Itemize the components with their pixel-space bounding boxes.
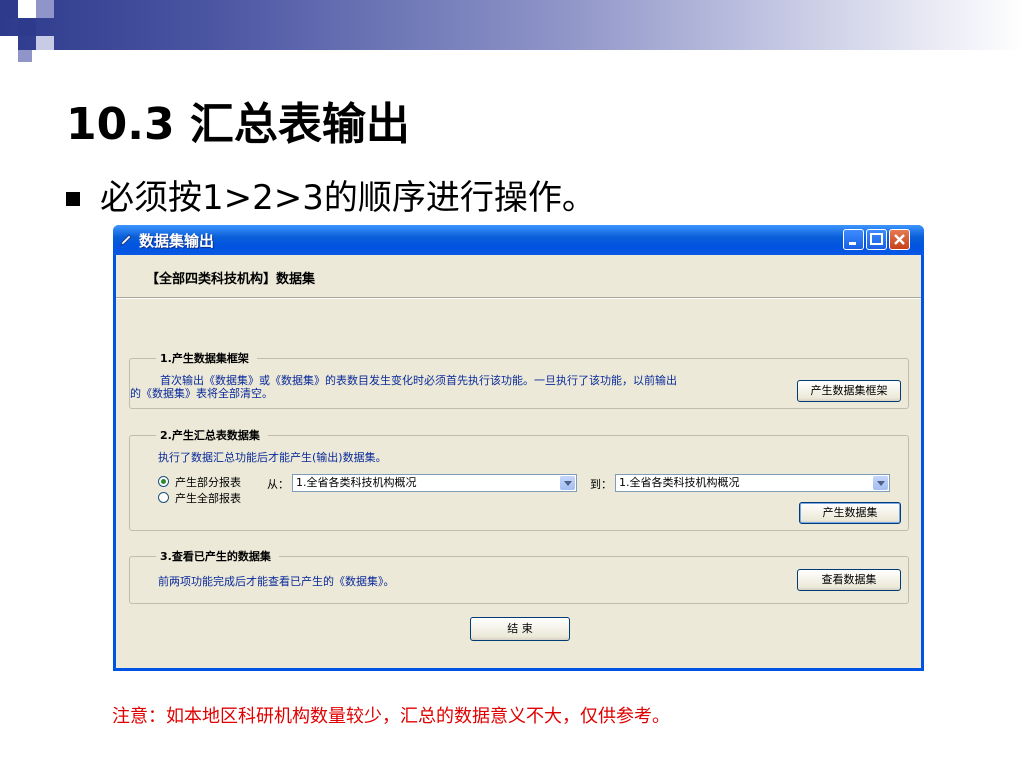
group-view-dataset: 3.查看已产生的数据集 前两项功能完成后才能查看已产生的《数据集》。 查看数据集 xyxy=(129,548,909,604)
window-client-area: 【全部四类科技机构】数据集 1.产生数据集框架 首次输出《数据集》或《数据集》的… xyxy=(116,255,921,668)
slide-title: 10.3 汇总表输出 xyxy=(66,99,410,150)
maximize-button[interactable] xyxy=(866,229,887,250)
group-generate-framework: 1.产生数据集框架 首次输出《数据集》或《数据集》的表数目发生变化时必须首先执行… xyxy=(129,350,909,409)
deco-square xyxy=(18,0,36,18)
close-button[interactable] xyxy=(889,229,910,250)
slide-header-gradient xyxy=(0,0,1024,50)
group3-text: 前两项功能完成后才能查看已产生的《数据集》。 xyxy=(158,575,395,588)
from-select-value: 1.全省各类科技机构概况 xyxy=(296,476,417,489)
window-title: 数据集输出 xyxy=(139,232,215,250)
radio-partial-label[interactable]: 产生部分报表 xyxy=(175,474,241,490)
minimize-icon xyxy=(849,242,856,245)
group1-legend: 1.产生数据集框架 xyxy=(156,350,257,366)
group1-text-line2: 的《数据集》表将全部清空。 xyxy=(130,387,273,400)
dataset-title: 【全部四类科技机构】数据集 xyxy=(146,272,316,287)
generate-framework-button[interactable]: 产生数据集框架 xyxy=(797,380,901,402)
radio-partial-reports[interactable] xyxy=(158,476,169,487)
header-divider xyxy=(116,297,921,299)
deco-square xyxy=(36,36,54,50)
minimize-button[interactable] xyxy=(843,229,864,250)
end-button[interactable]: 结 束 xyxy=(470,617,570,641)
group3-legend: 3.查看已产生的数据集 xyxy=(156,548,279,564)
bullet-square-icon xyxy=(66,192,80,206)
group1-text-line1: 首次输出《数据集》或《数据集》的表数目发生变化时必须首先执行该功能。一旦执行了该… xyxy=(160,374,677,387)
from-label: 从： xyxy=(267,478,289,491)
close-icon xyxy=(894,234,905,245)
group-generate-summary: 2.产生汇总表数据集 执行了数据汇总功能后才能产生(输出)数据集。 产生部分报表… xyxy=(129,427,909,531)
group2-legend: 2.产生汇总表数据集 xyxy=(156,427,268,443)
radio-selected-dot xyxy=(161,479,166,484)
deco-square xyxy=(18,18,36,36)
deco-square xyxy=(0,36,18,50)
dataset-output-window: 数据集输出 【全部四类科技机构】数据集 1.产生数据集框架 首次输出《数据集》或… xyxy=(113,225,924,671)
view-dataset-button[interactable]: 查看数据集 xyxy=(797,569,901,591)
footnote: 注意：如本地区科研机构数量较少，汇总的数据意义不大，仅供参考。 xyxy=(112,706,670,727)
generate-dataset-button[interactable]: 产生数据集 xyxy=(799,502,901,524)
bullet-text: 必须按1>2>3的顺序进行操作。 xyxy=(100,178,596,218)
radio-all-label[interactable]: 产生全部报表 xyxy=(175,490,241,506)
to-label: 到： xyxy=(590,478,612,491)
from-select[interactable]: 1.全省各类科技机构概况 xyxy=(292,474,577,492)
app-pen-icon xyxy=(120,234,132,246)
deco-square xyxy=(36,0,54,18)
to-select-value: 1.全省各类科技机构概况 xyxy=(619,476,740,489)
radio-all-reports[interactable] xyxy=(158,492,169,503)
to-select[interactable]: 1.全省各类科技机构概况 xyxy=(615,474,890,492)
deco-square xyxy=(0,0,18,18)
group2-text: 执行了数据汇总功能后才能产生(输出)数据集。 xyxy=(158,451,387,464)
chevron-down-icon[interactable] xyxy=(873,476,888,490)
maximize-icon xyxy=(870,233,883,245)
window-titlebar[interactable]: 数据集输出 xyxy=(113,225,924,255)
deco-square xyxy=(18,50,32,62)
chevron-down-icon[interactable] xyxy=(560,476,575,490)
